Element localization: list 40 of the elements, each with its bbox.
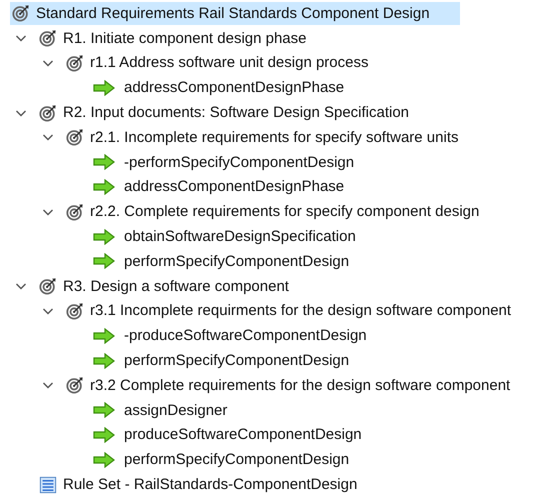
- target-icon: [39, 277, 57, 296]
- target-icon: [66, 128, 84, 146]
- tree-item[interactable]: -produceSoftwareComponentDesign: [91, 324, 373, 348]
- arrow-icon: [93, 253, 115, 270]
- tree-item[interactable]: performSpecifyComponentDesign: [91, 349, 356, 372]
- tree-item[interactable]: r3.2 Complete requirements for the design software component: [64, 374, 516, 397]
- target-icon: [66, 376, 84, 394]
- tree-item[interactable]: r1.1 Address software unit design process: [64, 51, 374, 74]
- tree-item[interactable]: addressComponentDesignPhase: [91, 175, 350, 198]
- tree-item[interactable]: obtainSoftwareDesignSpecification: [91, 225, 362, 248]
- tree-item[interactable]: assignDesigner: [91, 398, 234, 422]
- tree-item[interactable]: Rule Set - RailStandards-ComponentDesign: [37, 473, 364, 496]
- arrow-icon: [93, 178, 115, 195]
- arrow-icon: [93, 402, 115, 418]
- target-icon: [39, 104, 57, 122]
- tree-item[interactable]: performSpecifyComponentDesign: [91, 250, 356, 273]
- tree-item[interactable]: addressComponentDesignPhase: [91, 76, 350, 100]
- target-icon: [39, 29, 57, 48]
- target-icon: [12, 4, 30, 22]
- tree-item[interactable]: r2.1. Incomplete requirements for specify software units: [64, 126, 464, 149]
- tree-item[interactable]: Standard Requirements Rail Standards Component Design: [10, 2, 460, 25]
- arrow-icon: [93, 328, 115, 344]
- tree-item[interactable]: r3.1 Incomplete requirments for the design software component: [64, 299, 518, 322]
- tree-item[interactable]: R3. Design a software component: [37, 274, 295, 298]
- target-icon: [66, 302, 84, 320]
- arrow-icon: [93, 452, 115, 468]
- target-icon: [66, 202, 84, 221]
- tree-item[interactable]: -performSpecifyComponentDesign: [91, 150, 360, 174]
- tree-item[interactable]: performSpecifyComponentDesign: [91, 448, 356, 472]
- target-icon: [66, 54, 84, 72]
- arrow-icon: [93, 228, 115, 245]
- tree-item[interactable]: R1. Initiate component design phase: [37, 26, 312, 50]
- list-icon: [39, 476, 57, 494]
- arrow-icon: [93, 352, 115, 369]
- arrow-icon: [93, 154, 115, 170]
- tree-item[interactable]: R2. Input documents: Software Design Specification: [37, 101, 416, 124]
- tree-item[interactable]: produceSoftwareComponentDesign: [91, 423, 368, 446]
- arrow-icon: [93, 426, 115, 443]
- arrow-icon: [93, 80, 115, 96]
- tree-item[interactable]: r2.2. Complete requirements for specify component design: [64, 200, 486, 224]
